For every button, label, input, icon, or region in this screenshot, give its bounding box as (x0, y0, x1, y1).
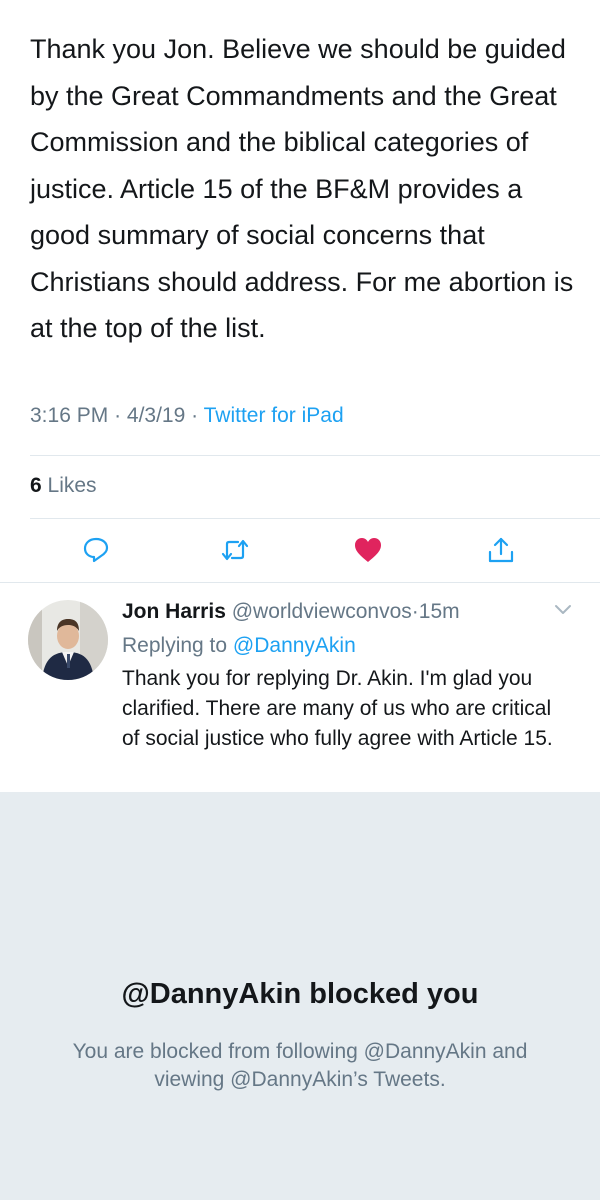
tweet-source-link[interactable]: Twitter for iPad (204, 404, 344, 427)
likes-link[interactable]: 6 Likes (30, 474, 97, 498)
meta-separator: · (114, 404, 122, 427)
replying-mention[interactable]: @DannyAkin (233, 634, 356, 657)
likes-count: 6 (30, 474, 42, 497)
meta-separator: · (191, 404, 199, 427)
reply-button[interactable] (80, 534, 112, 566)
tweet-meta: 3:16 PM · 4/3/19 · Twitter for iPad (30, 404, 344, 428)
reply-time: 15m (418, 600, 460, 623)
blocked-title: @DannyAkin blocked you (121, 978, 479, 1010)
replying-to: Replying to @DannyAkin (122, 632, 356, 660)
tweet-menu-button[interactable] (552, 598, 574, 620)
divider (30, 455, 600, 456)
chevron-down-icon (555, 605, 571, 614)
reply-author-name[interactable]: Jon Harris (122, 600, 226, 623)
retweet-icon (221, 539, 249, 561)
avatar-photo (28, 600, 108, 680)
reply-author-handle[interactable]: @worldviewconvos (232, 600, 412, 623)
tweet-date: 4/3/19 (126, 404, 186, 427)
divider (30, 518, 600, 519)
reply-text: Thank you for replying Dr. Akin. I'm gla… (122, 667, 553, 750)
reply-header: Jon Harris @worldviewconvos·15m (122, 598, 460, 626)
retweet-button[interactable] (219, 534, 251, 566)
heart-icon (355, 538, 381, 562)
share-button[interactable] (485, 534, 517, 566)
share-icon (488, 537, 514, 563)
reply-separator: · (411, 600, 419, 623)
likes-label: Likes (47, 474, 97, 497)
divider (0, 582, 600, 583)
replying-prefix: Replying to (122, 634, 228, 657)
blocked-panel: @DannyAkin blocked you You are blocked f… (0, 792, 600, 1200)
tweet-time: 3:16 PM (30, 404, 109, 427)
like-button[interactable] (352, 534, 384, 566)
reply-icon (83, 537, 109, 563)
blocked-description: You are blocked from following @DannyAki… (72, 1040, 528, 1091)
avatar[interactable] (28, 600, 108, 680)
tweet-text: Thank you Jon. Believe we should be guid… (30, 34, 574, 343)
